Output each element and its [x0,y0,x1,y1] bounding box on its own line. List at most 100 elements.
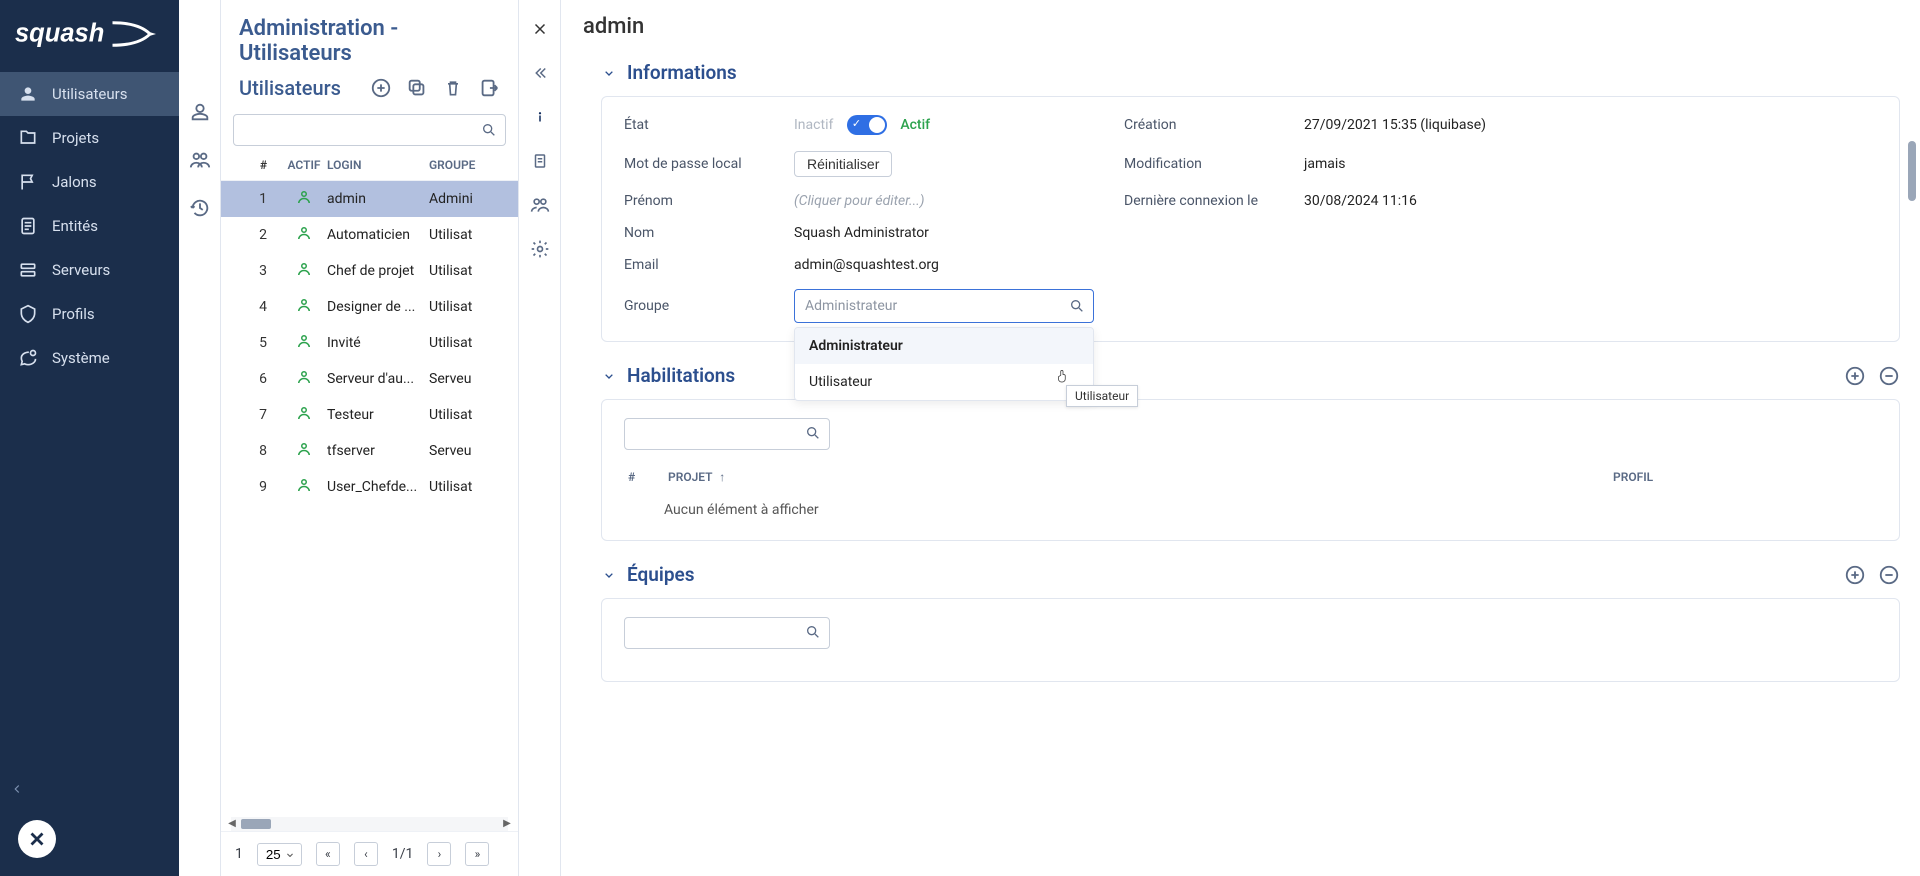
table-row[interactable]: 9User_Chefde...Utilisat [221,469,518,505]
group-select[interactable]: Administrateur [794,289,1094,323]
sort-asc-icon: ↑ [719,470,725,484]
nav-collapse[interactable] [0,776,179,802]
nav-entities[interactable]: Entités [0,204,179,248]
table-row[interactable]: 3Chef de projetUtilisat [221,253,518,289]
pagination: 1 25 « ‹ 1/1 › » [221,831,518,876]
delete-icon[interactable] [442,77,464,99]
page-title: Administration - Utilisateurs [239,16,500,66]
pager-prev[interactable]: ‹ [354,842,378,866]
add-team-icon[interactable] [1844,564,1866,586]
team-search-input[interactable] [624,617,830,649]
table-row[interactable]: 6Serveur d'au...Serveu [221,361,518,397]
user-active-icon [295,188,313,206]
close-detail-icon[interactable] [529,18,551,40]
nav-projects[interactable]: Projets [0,116,179,160]
nav-label: Projets [52,129,99,147]
main-nav: squash Utilisateurs Projets Jalons Entit… [0,0,179,876]
cursor-icon [1054,365,1072,387]
table-row[interactable]: 5InvitéUtilisat [221,325,518,361]
add-user-icon[interactable] [370,77,392,99]
search-icon [805,425,821,441]
user-table-header: # ACTIF LOGIN GROUPE [221,150,518,181]
table-row[interactable]: 4Designer de ...Utilisat [221,289,518,325]
user-active-icon [295,476,313,494]
tab-team-icon[interactable] [529,194,551,216]
label-email: Email [624,257,784,273]
user-active-icon [295,368,313,386]
page-indicator: 1/1 [392,846,414,862]
detail-rail [519,0,561,876]
field-prenom[interactable]: (Cliquer pour éditer...) [794,193,1114,209]
nav-label: Jalons [52,173,97,191]
nav-milestones[interactable]: Jalons [0,160,179,204]
remove-hab-icon[interactable] [1878,365,1900,387]
nav-label: Utilisateurs [52,85,127,103]
pager-first[interactable]: « [316,842,340,866]
rail-history-icon[interactable] [188,196,212,220]
logo: squash [0,0,179,68]
value-creation: 27/09/2021 15:35 (liquibase) [1304,117,1877,133]
add-hab-icon[interactable] [1844,365,1866,387]
label-lastconn: Dernière connexion le [1124,193,1294,209]
section-info-header[interactable]: Informations [601,61,1900,84]
user-active-icon [295,404,313,422]
horizontal-scrollbar[interactable]: ◀ ▶ [231,817,508,831]
nav-servers[interactable]: Serveurs [0,248,179,292]
nav-label: Profils [52,305,95,323]
group-option-admin[interactable]: Administrateur [795,328,1093,364]
search-icon [1069,298,1085,314]
tab-settings-icon[interactable] [529,238,551,260]
user-active-icon [295,260,313,278]
table-row[interactable]: 7TesteurUtilisat [221,397,518,433]
tooltip: Utilisateur [1066,385,1138,407]
tab-doc-icon[interactable] [529,150,551,172]
collapse-rail-icon[interactable] [529,62,551,84]
tab-info-icon[interactable] [529,106,551,128]
chevron-down-icon [601,567,617,583]
group-option-user[interactable]: Utilisateur [795,364,1093,400]
nav-profiles[interactable]: Profils [0,292,179,336]
field-email[interactable]: admin@squashtest.org [794,257,1114,273]
svg-text:squash: squash [15,20,104,48]
value-lastconn: 30/08/2024 11:16 [1304,193,1877,209]
user-list-panel: Administration - Utilisateurs Utilisateu… [221,0,519,876]
hab-sort-projet[interactable]: PROJET ↑ [668,470,1613,484]
nav-label: Entités [52,217,98,235]
field-nom[interactable]: Squash Administrator [794,225,1114,241]
pager-next[interactable]: › [427,842,451,866]
hab-table-header: # PROJET ↑ PROFIL [624,464,1877,494]
table-row[interactable]: 1adminAdmini [221,181,518,217]
pager-last[interactable]: » [465,842,489,866]
search-icon [805,624,821,640]
nav-users[interactable]: Utilisateurs [0,72,179,116]
list-subtitle: Utilisateurs [239,76,341,100]
hab-search-input[interactable] [624,418,830,450]
value-modification: jamais [1304,156,1877,172]
detail-title: admin [583,14,644,39]
nav-label: Système [52,349,110,367]
rail-team-icon[interactable] [188,148,212,172]
section-equipes-header[interactable]: Équipes [601,563,1900,586]
active-toggle[interactable]: ✓ [847,115,887,135]
nav-label: Serveurs [52,261,110,279]
label-prenom: Prénom [624,193,784,209]
search-icon [481,122,497,138]
table-row[interactable]: 8tfserverServeu [221,433,518,469]
nav-system[interactable]: Système [0,336,179,380]
nav-close-button[interactable] [18,820,56,858]
label-mdp: Mot de passe local [624,156,784,172]
export-icon[interactable] [478,77,500,99]
table-row[interactable]: 2AutomaticienUtilisat [221,217,518,253]
user-search-input[interactable] [233,114,506,146]
page-size-select[interactable]: 25 [257,843,302,866]
remove-team-icon[interactable] [1878,564,1900,586]
user-active-icon [295,332,313,350]
vertical-scrollbar[interactable] [1908,141,1918,866]
user-active-icon [295,296,313,314]
copy-icon[interactable] [406,77,428,99]
group-dropdown: Administrateur Utilisateur [794,327,1094,401]
rail-user-icon[interactable] [188,100,212,124]
label-etat: État [624,117,784,133]
label-groupe: Groupe [624,298,784,314]
reset-password-button[interactable]: Réinitialiser [794,151,892,177]
